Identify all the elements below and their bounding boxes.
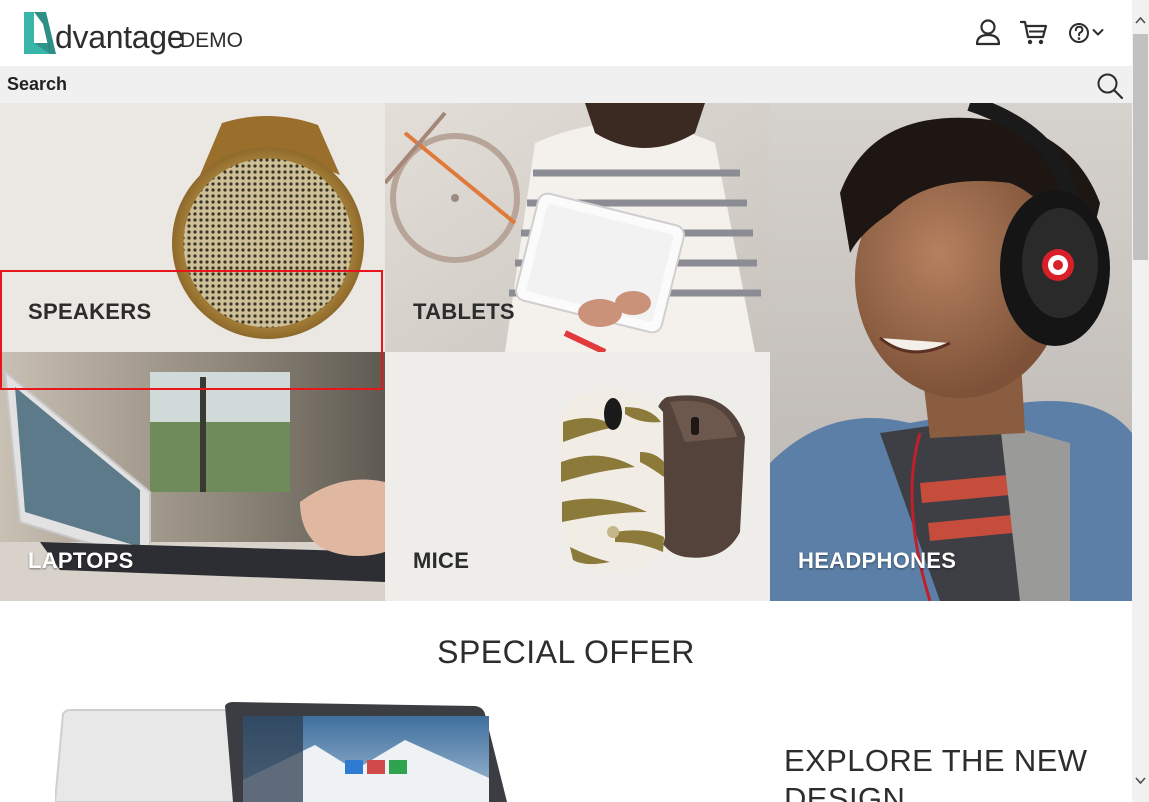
scroll-down-arrow-icon[interactable] bbox=[1132, 772, 1149, 789]
help-menu-button[interactable] bbox=[1066, 18, 1110, 48]
logo-demo-label[interactable]: DEMO bbox=[180, 29, 243, 53]
search-icon[interactable] bbox=[1096, 72, 1124, 100]
category-label-headphones[interactable]: HEADPHONES bbox=[798, 548, 956, 574]
search-input[interactable] bbox=[0, 66, 1080, 103]
cart-icon[interactable] bbox=[1019, 18, 1048, 48]
category-tile-tablets[interactable]: TABLETS bbox=[385, 103, 770, 352]
headphones-image bbox=[770, 103, 1132, 601]
page-viewport: dvantage DEMO Search SPEAKERS TABLETS HE… bbox=[0, 0, 1132, 802]
scroll-up-arrow-icon[interactable] bbox=[1132, 12, 1149, 29]
search-bar bbox=[0, 66, 1132, 103]
special-offer-headline: EXPLORE THE NEW DESIGN bbox=[784, 743, 1088, 802]
category-tile-laptops[interactable]: LAPTOPS bbox=[0, 352, 385, 601]
category-tile-speakers[interactable]: SPEAKERS bbox=[0, 103, 385, 352]
category-tile-headphones[interactable]: HEADPHONES bbox=[770, 103, 1132, 601]
page-scrollbar[interactable] bbox=[1132, 0, 1149, 802]
chevron-down-icon bbox=[1092, 29, 1104, 36]
logo-mark-icon[interactable] bbox=[22, 10, 56, 54]
help-icon bbox=[1069, 23, 1089, 43]
special-offer-laptop-image[interactable] bbox=[55, 700, 525, 802]
user-icon[interactable] bbox=[974, 18, 1002, 48]
category-label-speakers[interactable]: SPEAKERS bbox=[28, 299, 151, 325]
scrollbar-thumb[interactable] bbox=[1133, 34, 1148, 260]
special-offer-title: SPECIAL OFFER bbox=[437, 634, 695, 670]
site-header: dvantage DEMO bbox=[0, 0, 1132, 66]
category-tile-mice[interactable]: MICE bbox=[385, 352, 770, 601]
category-label-mice[interactable]: MICE bbox=[413, 548, 469, 574]
logo-text[interactable]: dvantage bbox=[55, 17, 185, 57]
category-label-tablets[interactable]: TABLETS bbox=[413, 299, 515, 325]
category-label-laptops[interactable]: LAPTOPS bbox=[28, 548, 134, 574]
